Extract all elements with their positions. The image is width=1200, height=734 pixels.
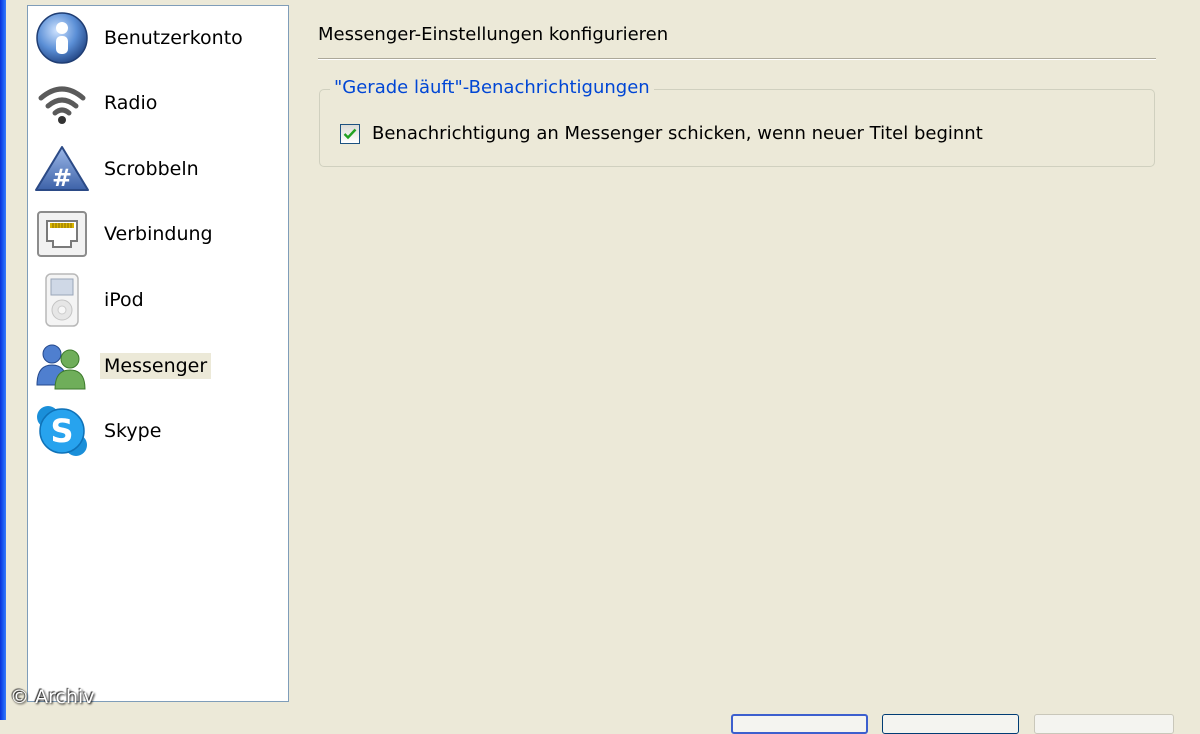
sidebar-item-label: Benutzerkonto	[104, 27, 243, 49]
checkmark-icon	[343, 128, 357, 140]
window-border	[0, 0, 6, 720]
messenger-users-icon	[34, 338, 90, 394]
groupbox-legend: "Gerade läuft"-Benachrichtigungen	[330, 77, 654, 98]
sidebar-item-label: iPod	[104, 289, 144, 311]
notify-messenger-checkbox[interactable]	[340, 124, 360, 144]
svg-text:#: #	[52, 164, 72, 192]
network-port-icon	[34, 206, 90, 262]
sidebar-item-radio[interactable]: Radio	[34, 73, 284, 133]
wifi-radio-icon	[34, 75, 90, 131]
sidebar-item-benutzerkonto[interactable]: Benutzerkonto	[34, 8, 284, 68]
copyright-watermark: © Archiv	[10, 686, 95, 708]
scrobble-hash-icon: #	[34, 141, 90, 197]
settings-sidebar: Benutzerkonto Radio # Scrobbeln Verbindu…	[27, 5, 289, 702]
ipod-icon	[34, 272, 90, 328]
page-title: Messenger-Einstellungen konfigurieren	[318, 24, 669, 45]
sidebar-item-label: Verbindung	[104, 223, 213, 245]
sidebar-item-scrobbeln[interactable]: # Scrobbeln	[34, 139, 284, 199]
sidebar-item-label: Skype	[104, 420, 162, 442]
svg-text:S: S	[50, 412, 73, 450]
sidebar-item-label: Messenger	[100, 353, 212, 379]
sidebar-item-verbindung[interactable]: Verbindung	[34, 204, 284, 264]
skype-icon: S	[34, 403, 90, 459]
sidebar-item-skype[interactable]: S Skype	[34, 401, 284, 461]
sidebar-item-ipod[interactable]: iPod	[34, 270, 284, 330]
sidebar-item-messenger[interactable]: Messenger	[34, 336, 284, 396]
sidebar-item-label: Scrobbeln	[104, 158, 199, 180]
title-divider	[318, 58, 1156, 60]
sidebar-item-label: Radio	[104, 92, 158, 114]
user-account-icon	[34, 10, 90, 66]
notify-messenger-label[interactable]: Benachrichtigung an Messenger schicken, …	[372, 123, 983, 144]
apply-button[interactable]	[1034, 714, 1174, 734]
cancel-button[interactable]	[882, 714, 1019, 734]
ok-button[interactable]	[731, 714, 868, 734]
